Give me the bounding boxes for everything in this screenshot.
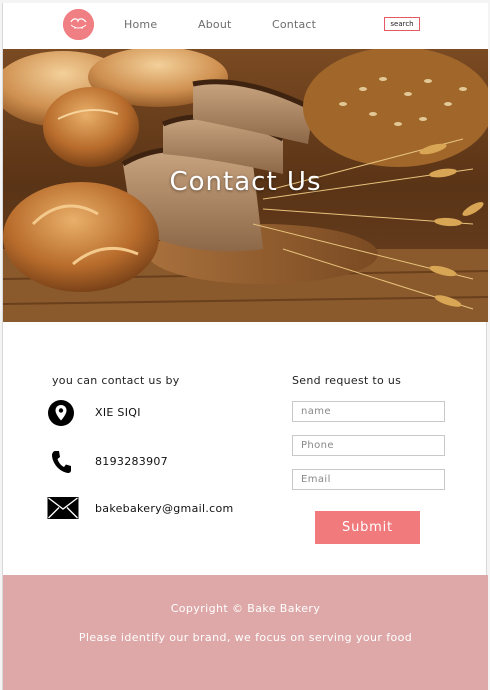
search-button[interactable]: search [384, 17, 420, 31]
page-title: Contact Us [169, 167, 322, 197]
contact-email: bakebakery@gmail.com [95, 502, 234, 515]
nav-contact[interactable]: Contact [272, 18, 316, 31]
header: Home About Contact search [3, 3, 488, 49]
page: Home About Contact search Contact Us you… [2, 3, 488, 690]
envelope-icon [47, 495, 79, 523]
footer-tagline: Please identify our brand, we focus on s… [78, 631, 413, 644]
nav-home[interactable]: Home [124, 18, 157, 31]
contact-phone: 8193283907 [95, 455, 168, 468]
phone-icon [47, 448, 79, 476]
email-field[interactable] [292, 469, 445, 490]
bakery-logo-icon[interactable] [63, 9, 94, 40]
location-pin-icon [47, 399, 79, 427]
footer: Copyright © Bake Bakery Please identify … [3, 575, 488, 690]
nav-about[interactable]: About [198, 18, 232, 31]
contact-name-row: XIE SIQI [47, 399, 247, 427]
request-heading: Send request to us [292, 374, 402, 387]
contact-name: XIE SIQI [95, 406, 141, 419]
contact-email-row: bakebakery@gmail.com [47, 495, 247, 523]
name-field[interactable] [292, 401, 445, 422]
contact-heading: you can contact us by [52, 374, 180, 387]
footer-copyright: Copyright © Bake Bakery [170, 602, 321, 615]
contact-phone-row: 8193283907 [47, 448, 247, 476]
phone-field[interactable] [292, 435, 445, 456]
submit-button[interactable]: Submit [315, 511, 420, 544]
hero-banner: Contact Us [3, 49, 488, 322]
